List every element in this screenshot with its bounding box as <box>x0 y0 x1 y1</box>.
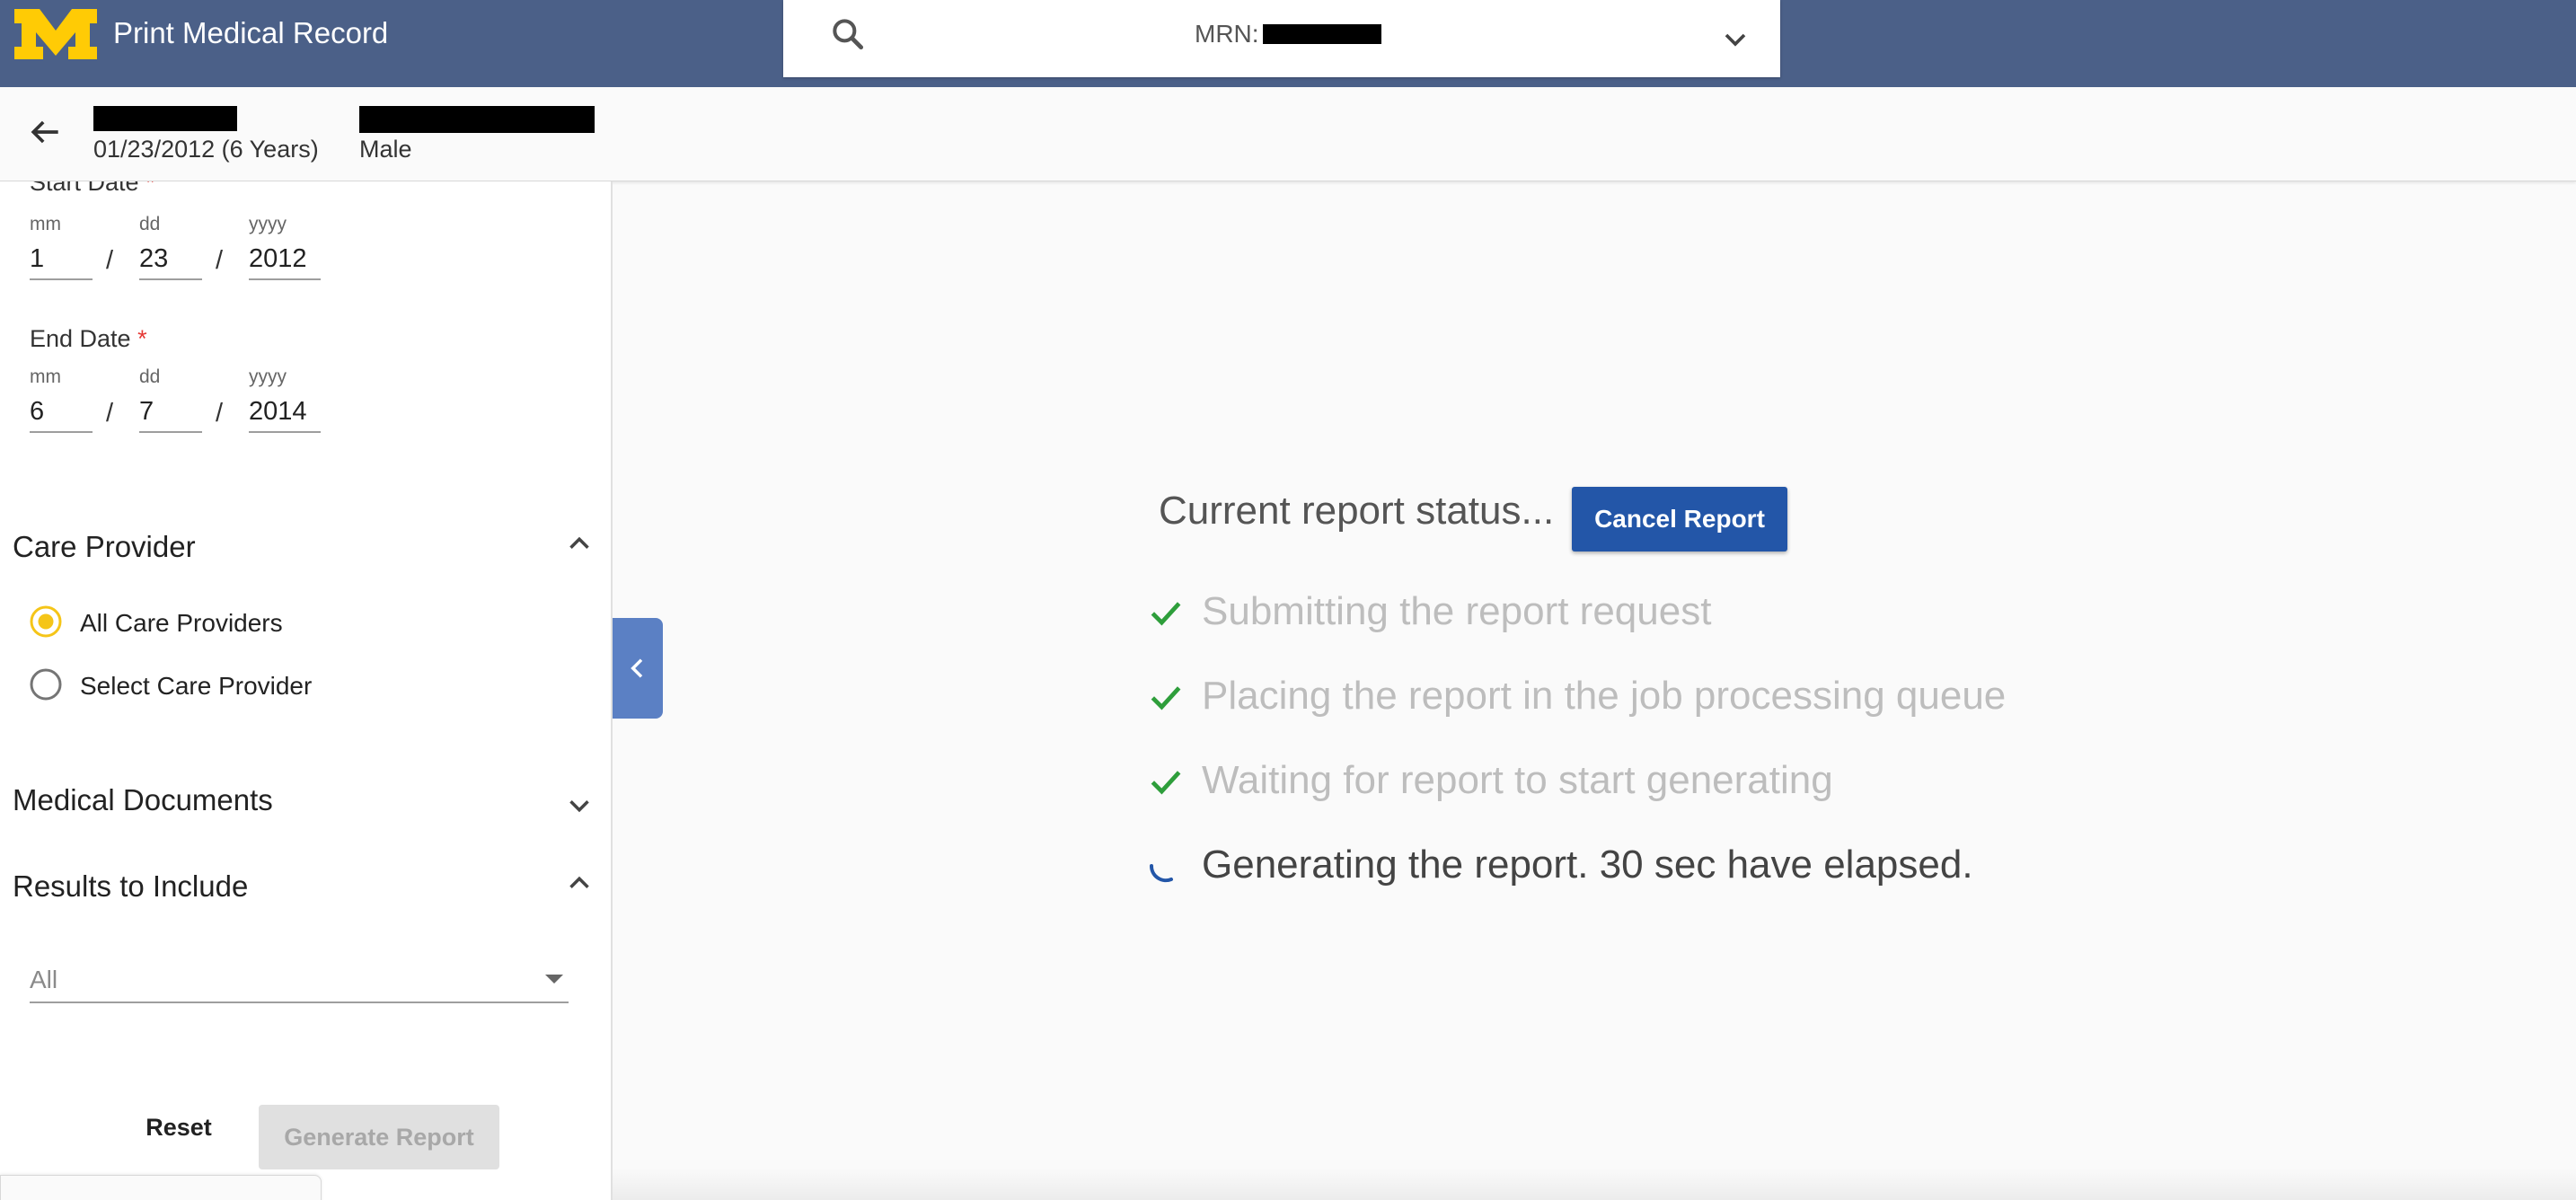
patient-name-redacted <box>93 106 237 131</box>
radio-label-select-care-provider[interactable]: Select Care Provider <box>80 672 312 701</box>
start-month-input[interactable]: 1 <box>30 244 93 280</box>
status-step-queue: Placing the report in the job processing… <box>1202 674 2007 718</box>
start-day-input[interactable]: 23 <box>139 244 202 280</box>
date-separator: / <box>106 399 114 428</box>
patient-sex: Male <box>359 136 412 163</box>
start-year-input[interactable]: 2012 <box>249 244 321 280</box>
medical-documents-section-title[interactable]: Medical Documents <box>13 783 273 817</box>
end-month-input[interactable]: 6 <box>30 397 93 433</box>
care-provider-section-title[interactable]: Care Provider <box>13 530 196 564</box>
start-yyyy-label: yyyy <box>249 214 287 234</box>
generate-report-button[interactable]: Generate Report <box>259 1105 499 1169</box>
reset-button[interactable]: Reset <box>129 1103 228 1151</box>
end-yyyy-label: yyyy <box>249 366 287 387</box>
arrow-left-icon[interactable] <box>25 112 65 152</box>
cancel-report-button[interactable]: Cancel Report <box>1572 487 1787 551</box>
chevron-down-icon[interactable] <box>1717 22 1753 57</box>
patient-dob-age: 01/23/2012 (6 Years) <box>93 136 319 163</box>
end-day-input[interactable]: 7 <box>139 397 202 433</box>
end-dd-label: dd <box>139 366 161 387</box>
end-date-label: End Date * <box>30 325 147 352</box>
patient-search-box[interactable]: MRN: <box>783 0 1780 77</box>
caret-down-icon <box>545 975 563 984</box>
results-to-include-section-title[interactable]: Results to Include <box>13 869 248 904</box>
chevron-up-icon[interactable] <box>562 866 596 900</box>
patient-id-redacted <box>359 106 595 133</box>
results-select[interactable]: All <box>30 962 569 1003</box>
date-separator: / <box>106 246 114 275</box>
mrn-display: MRN: <box>1195 20 1381 49</box>
results-select-value: All <box>30 966 58 993</box>
mrn-redacted <box>1262 24 1381 44</box>
start-mm-label: mm <box>30 214 61 234</box>
chevron-down-icon[interactable] <box>562 789 596 823</box>
radio-all-care-providers[interactable] <box>30 605 62 638</box>
end-mm-label: mm <box>30 366 61 387</box>
start-dd-label: dd <box>139 214 161 234</box>
main-footer-shadow <box>613 1168 2576 1200</box>
mrn-label: MRN: <box>1195 20 1259 48</box>
patient-banner: 01/23/2012 (6 Years) Male <box>0 87 2576 181</box>
app-header: Print Medical Record MRN: <box>0 0 2576 87</box>
status-step-submitting: Submitting the report request <box>1202 589 1712 633</box>
check-icon <box>1151 602 1181 626</box>
date-separator: / <box>216 246 224 275</box>
chevron-up-icon[interactable] <box>562 526 596 560</box>
search-icon[interactable] <box>828 14 868 54</box>
check-icon <box>1151 771 1181 795</box>
start-date-label: Start Date * <box>30 181 155 196</box>
bottom-drawer-tab[interactable] <box>0 1175 322 1200</box>
report-filter-panel: Start Date * mm dd yyyy 1 / 23 / 2012 En… <box>0 181 613 1200</box>
collapse-panel-button[interactable] <box>613 618 663 719</box>
check-icon <box>1151 686 1181 710</box>
report-status-title: Current report status... <box>1159 489 1555 533</box>
spinner-icon <box>1149 864 1173 883</box>
chevron-left-icon <box>631 658 643 678</box>
date-separator: / <box>216 399 224 428</box>
radio-label-all-care-providers[interactable]: All Care Providers <box>80 609 283 638</box>
end-year-input[interactable]: 2014 <box>249 397 321 433</box>
status-step-waiting: Waiting for report to start generating <box>1202 758 1833 802</box>
app-title: Print Medical Record <box>113 16 389 49</box>
radio-select-care-provider[interactable] <box>30 668 62 701</box>
university-logo[interactable] <box>13 7 99 61</box>
status-step-generating: Generating the report. 30 sec have elaps… <box>1202 843 1973 887</box>
